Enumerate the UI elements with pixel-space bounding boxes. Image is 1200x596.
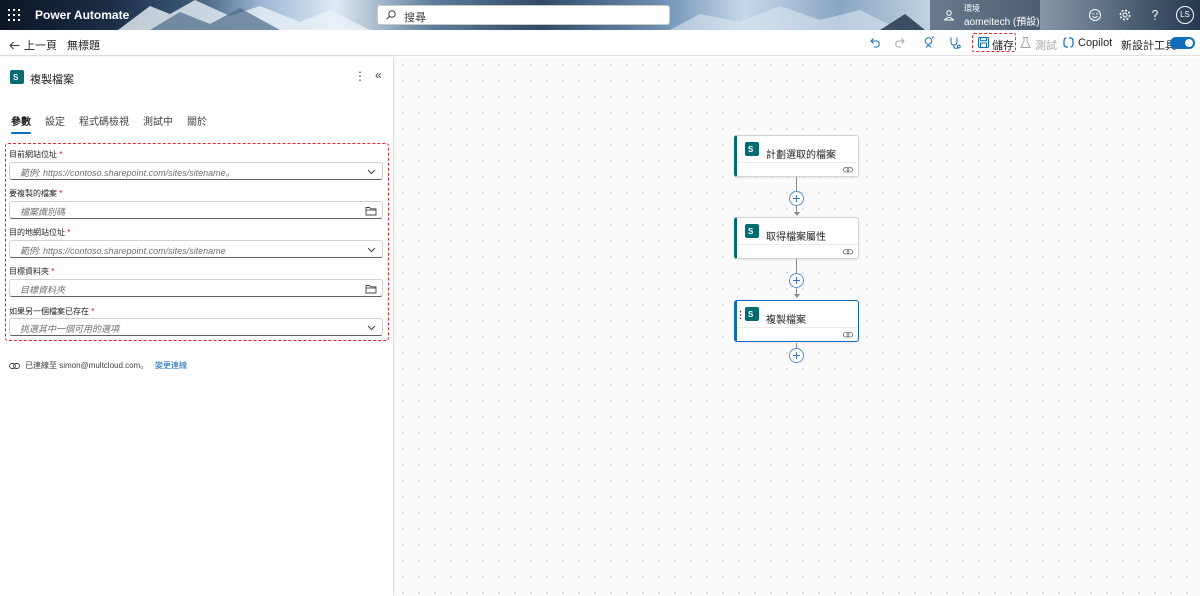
step-title: 取得檔案屬性 <box>766 232 826 243</box>
copilot-icon <box>1063 37 1074 48</box>
sharepoint-icon: S <box>745 142 759 156</box>
search-box[interactable]: 搜尋 <box>377 5 670 25</box>
collapse-panel-icon[interactable]: « <box>375 68 382 82</box>
drag-handle-icon[interactable] <box>739 310 742 320</box>
test-button[interactable]: 測試 <box>1035 37 1057 53</box>
help-icon[interactable] <box>1148 8 1162 22</box>
add-step-button[interactable] <box>789 348 804 363</box>
destination-folder-label: 目標資料夾 * <box>9 267 55 276</box>
add-step-button[interactable] <box>789 273 804 288</box>
svg-text:S: S <box>748 145 754 154</box>
folder-icon[interactable] <box>365 205 377 216</box>
file-to-copy-label: 要複製的檔案 * <box>9 189 63 198</box>
gear-icon[interactable] <box>1118 8 1132 22</box>
app-name[interactable]: Power Automate <box>35 8 129 22</box>
svg-text:S: S <box>13 73 19 82</box>
connection-status: 已連線至 simon@multcloud.com。 <box>9 360 148 371</box>
flow-title[interactable]: 無標題 <box>67 37 100 53</box>
change-connection-link[interactable]: 變更連線 <box>155 360 187 371</box>
tab-parameters[interactable]: 參數 <box>11 113 31 134</box>
new-designer-toggle[interactable] <box>1170 37 1195 49</box>
flow-step-card[interactable]: S 取得檔案屬性 <box>734 217 859 259</box>
avatar[interactable]: LS <box>1176 6 1194 24</box>
svg-text:S: S <box>748 310 754 319</box>
chevron-down-icon <box>367 247 376 253</box>
connection-text: 已連線至 simon@multcloud.com。 <box>25 361 149 370</box>
more-options-icon[interactable]: ⋮ <box>354 69 366 83</box>
flow-step-card-selected[interactable]: S 複製檔案 <box>734 300 859 342</box>
sharepoint-icon: S <box>745 307 759 321</box>
action-config-panel: S 複製檔案 ⋮ « 參數 設定 程式碼檢視 測試中 關於 目前網站位址 * 範… <box>0 57 394 596</box>
back-button[interactable]: 上一頁 <box>9 37 57 53</box>
environment-icon <box>944 10 954 21</box>
redo-icon[interactable] <box>894 36 907 49</box>
environment-name[interactable]: aomeitech (預設) <box>964 13 1040 28</box>
designer-toolbar: 上一頁 無標題 儲存 測試 Copilot 新設計工具 <box>0 30 1200 56</box>
step-title: 複製檔案 <box>766 315 806 326</box>
undo-icon[interactable] <box>868 36 881 49</box>
folder-icon[interactable] <box>365 283 377 294</box>
connection-link-icon <box>843 249 853 255</box>
connector-arrow-icon <box>794 294 800 298</box>
if-file-exists-label: 如果另一個檔案已存在 * <box>9 307 95 316</box>
assistant-icon[interactable] <box>922 36 935 49</box>
search-icon <box>386 10 396 20</box>
smiley-feedback-icon[interactable] <box>1088 8 1102 22</box>
flask-test-icon <box>1020 37 1031 48</box>
save-label: 儲存 <box>992 40 1014 52</box>
tab-code-view[interactable]: 程式碼檢視 <box>79 113 129 134</box>
save-icon <box>978 37 989 48</box>
tab-about[interactable]: 關於 <box>187 113 207 134</box>
tab-testing[interactable]: 測試中 <box>143 113 173 134</box>
panel-tabs: 參數 設定 程式碼檢視 測試中 關於 <box>11 113 221 134</box>
app-launcher-icon[interactable] <box>8 9 20 21</box>
svg-text:S: S <box>748 227 754 236</box>
back-label: 上一頁 <box>24 40 57 52</box>
destination-folder-input[interactable]: 目標資料夾 <box>9 279 383 297</box>
current-site-address-dropdown[interactable]: 範例: https://contoso.sharepoint.com/sites… <box>9 162 383 180</box>
current-site-address-label: 目前網站位址 * <box>9 150 63 159</box>
new-designer-label: 新設計工具 <box>1121 40 1176 52</box>
flow-canvas[interactable]: S 計劃選取的檔案 S 取得檔案屬性 S 複製檔案 <box>395 57 1200 596</box>
sharepoint-icon: S <box>10 70 24 84</box>
chevron-down-icon <box>367 325 376 331</box>
destination-site-address-dropdown[interactable]: 範例: https://contoso.sharepoint.com/sites… <box>9 240 383 258</box>
flow-step-card[interactable]: S 計劃選取的檔案 <box>734 135 859 177</box>
app-header: Power Automate 搜尋 環境 aomeitech (預設) LS <box>0 0 1200 30</box>
sharepoint-icon: S <box>745 224 759 238</box>
file-to-copy-input[interactable]: 檔案識別碼 <box>9 201 383 219</box>
flow-checker-icon[interactable] <box>948 36 961 49</box>
if-file-exists-dropdown[interactable]: 挑選其中一個可用的選項 <box>9 318 383 336</box>
tab-settings[interactable]: 設定 <box>45 113 65 134</box>
arrow-left-icon <box>9 41 20 49</box>
link-icon <box>9 362 20 369</box>
destination-site-address-label: 目的地網站位址 * <box>9 228 71 237</box>
copilot-button[interactable]: Copilot <box>1078 37 1112 49</box>
step-title: 計劃選取的檔案 <box>766 150 836 161</box>
add-step-button[interactable] <box>789 191 804 206</box>
connection-link-icon <box>843 167 853 173</box>
connector-arrow-icon <box>794 212 800 216</box>
search-placeholder: 搜尋 <box>404 12 426 24</box>
chevron-down-icon <box>367 169 376 175</box>
panel-title[interactable]: 複製檔案 <box>30 71 74 87</box>
connection-link-icon <box>843 332 853 338</box>
